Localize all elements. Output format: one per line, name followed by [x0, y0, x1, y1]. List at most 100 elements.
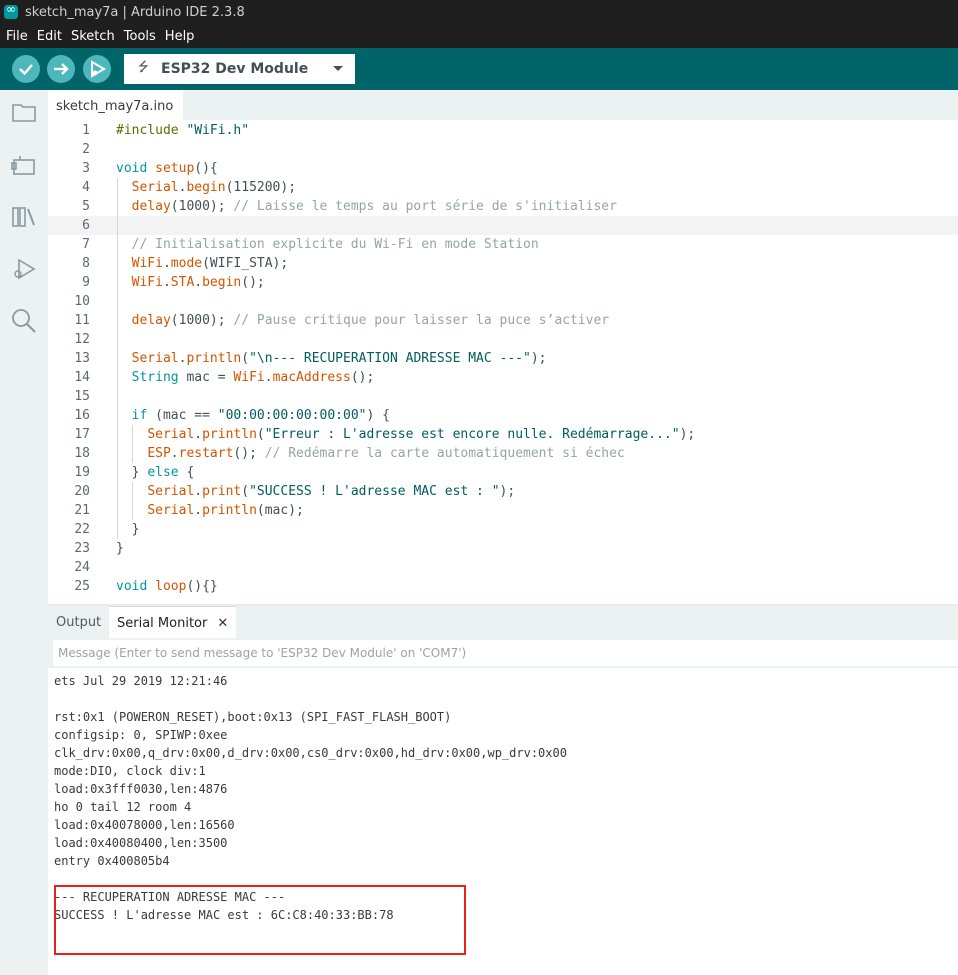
- line-number: 20: [74, 484, 90, 499]
- code-line[interactable]: 1 #include "WiFi.h": [48, 121, 958, 140]
- search-icon[interactable]: [10, 307, 38, 335]
- tab-label: sketch_may7a.ino: [56, 98, 174, 114]
- code-line[interactable]: 3 void setup(){: [48, 159, 958, 178]
- serial-line: ho 0 tail 12 room 4: [54, 800, 192, 814]
- code-line[interactable]: 10: [48, 292, 958, 311]
- chevron-down-icon: [333, 66, 343, 71]
- serial-line: entry 0x400805b4: [54, 854, 170, 868]
- code-line[interactable]: 7 // Initialisation explicite du Wi-Fi e…: [48, 235, 958, 254]
- message-bar: [48, 638, 958, 668]
- line-number: 14: [74, 370, 90, 385]
- code-text: Serial.println("\n--- RECUPERATION ADRES…: [131, 351, 547, 366]
- serial-line: configsip: 0, SPIWP:0xee: [54, 728, 228, 742]
- serial-line: ets Jul 29 2019 12:21:46: [54, 674, 228, 688]
- code-line[interactable]: 25 void loop(){}: [48, 577, 958, 596]
- tab-output[interactable]: Output: [48, 606, 109, 638]
- serial-line: load:0x40078000,len:16560: [54, 818, 235, 832]
- code-text: WiFi.mode(WIFI_STA);: [131, 256, 289, 271]
- upload-icon: [54, 63, 69, 75]
- code-text: Serial.println(mac);: [147, 503, 304, 518]
- menu-help[interactable]: Help: [165, 29, 195, 44]
- code-text: Serial.begin(115200);: [131, 180, 297, 195]
- code-line[interactable]: 23}: [48, 539, 958, 558]
- line-number: 23: [74, 541, 90, 556]
- line-number: 5: [82, 199, 90, 214]
- line-number: 4: [82, 180, 90, 195]
- indent-guide: [132, 482, 133, 520]
- sidebar: [0, 90, 48, 975]
- code-text: delay(1000); // Laisse le temps au port …: [131, 199, 617, 214]
- code-line[interactable]: 16 if (mac == "00:00:00:00:00:00") {: [48, 406, 958, 425]
- menu-sketch[interactable]: Sketch: [71, 29, 115, 44]
- line-number: 24: [74, 560, 90, 575]
- window-title: sketch_may7a | Arduino IDE 2.3.8: [25, 4, 245, 20]
- line-number: 16: [74, 408, 90, 423]
- folder-icon[interactable]: [10, 98, 38, 126]
- library-icon[interactable]: [10, 203, 38, 231]
- menu-file[interactable]: File: [6, 29, 28, 44]
- line-number: 8: [82, 256, 90, 271]
- boards-manager-icon[interactable]: [10, 151, 38, 179]
- line-number: 3: [82, 161, 90, 176]
- menu-tools[interactable]: Tools: [124, 29, 156, 44]
- line-number: 11: [74, 313, 90, 328]
- code-line[interactable]: 6: [48, 216, 958, 235]
- line-number: 9: [82, 275, 90, 290]
- code-line[interactable]: 4 Serial.begin(115200);: [48, 178, 958, 197]
- code-line[interactable]: 13 Serial.println("\n--- RECUPERATION AD…: [48, 349, 958, 368]
- menu-bar: File Edit Sketch Tools Help: [0, 24, 958, 48]
- verify-icon: [19, 64, 33, 76]
- line-number: 12: [74, 332, 90, 347]
- line-number: 17: [74, 427, 90, 442]
- annotation-highlight-box: [54, 885, 466, 955]
- code-text: Serial.println("Erreur : L'adresse est e…: [147, 427, 696, 442]
- line-number: 19: [74, 465, 90, 480]
- code-line[interactable]: 11 delay(1000); // Pause critique pour l…: [48, 311, 958, 330]
- code-text: }: [116, 522, 140, 537]
- serial-line: mode:DIO, clock div:1: [54, 764, 206, 778]
- line-number: 18: [74, 446, 90, 461]
- code-line[interactable]: 19 } else {: [48, 463, 958, 482]
- code-line[interactable]: 2: [48, 140, 958, 159]
- verify-button[interactable]: [12, 55, 40, 83]
- line-number: 15: [74, 389, 90, 404]
- code-text: if (mac == "00:00:00:00:00:00") {: [131, 408, 390, 423]
- board-selector[interactable]: ⭍ ESP32 Dev Module: [124, 54, 355, 84]
- debug-icon[interactable]: [10, 255, 38, 283]
- tab-sketch-file[interactable]: sketch_may7a.ino: [48, 90, 184, 121]
- indent-guide: [117, 178, 118, 539]
- code-line[interactable]: 9 WiFi.STA.begin();: [48, 273, 958, 292]
- serial-line: load:0x40080400,len:3500: [54, 836, 228, 850]
- code-line[interactable]: 20 Serial.print("SUCCESS ! L'adresse MAC…: [48, 482, 958, 501]
- line-number: 1: [82, 123, 90, 138]
- code-line[interactable]: 22 }: [48, 520, 958, 539]
- code-text: WiFi.STA.begin();: [131, 275, 265, 290]
- code-line[interactable]: 15: [48, 387, 958, 406]
- code-line[interactable]: 21 Serial.println(mac);: [48, 501, 958, 520]
- title-bar: sketch_may7a | Arduino IDE 2.3.8: [0, 0, 958, 24]
- code-line[interactable]: 24: [48, 558, 958, 577]
- menu-edit[interactable]: Edit: [37, 29, 62, 44]
- code-line[interactable]: 18 ESP.restart(); // Redémarre la carte …: [48, 444, 958, 463]
- code-text: delay(1000); // Pause critique pour lais…: [131, 313, 610, 328]
- code-line[interactable]: 14 String mac = WiFi.macAddress();: [48, 368, 958, 387]
- line-number: 6: [82, 218, 90, 233]
- line-number: 7: [82, 237, 90, 252]
- code-text: ESP.restart(); // Redémarre la carte aut…: [147, 446, 625, 461]
- code-text: }: [116, 541, 124, 556]
- code-line[interactable]: 5 delay(1000); // Laisse le temps au por…: [48, 197, 958, 216]
- code-line[interactable]: 12: [48, 330, 958, 349]
- code-editor[interactable]: 1 #include "WiFi.h" 2 3 void setup(){4 Seria…: [48, 120, 958, 604]
- code-line[interactable]: 8 WiFi.mode(WIFI_STA);: [48, 254, 958, 273]
- debug-button[interactable]: [83, 55, 111, 83]
- upload-button[interactable]: [47, 55, 75, 83]
- board-name: ESP32 Dev Module: [161, 61, 309, 77]
- code-line[interactable]: 17 Serial.println("Erreur : L'adresse es…: [48, 425, 958, 444]
- panel-tab-bar: Output Serial Monitor ✕: [48, 606, 958, 639]
- serial-message-input[interactable]: [53, 640, 958, 666]
- code-text: String mac = WiFi.macAddress();: [131, 370, 375, 385]
- serial-line: rst:0x1 (POWERON_RESET),boot:0x13 (SPI_F…: [54, 710, 452, 724]
- line-number: 22: [74, 522, 90, 537]
- tab-serial-monitor[interactable]: Serial Monitor ✕: [109, 606, 237, 639]
- close-icon[interactable]: ✕: [217, 616, 228, 631]
